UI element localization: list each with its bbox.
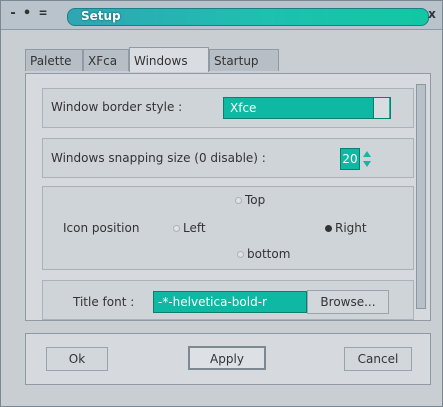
setup-window: - • = Setup x Palette XFca Windows Start…	[0, 0, 443, 407]
radio-right-indicator	[325, 225, 332, 232]
cancel-button[interactable]: Cancel	[344, 347, 412, 371]
radio-right[interactable]: Right	[325, 221, 367, 235]
ok-button[interactable]: Ok	[46, 347, 108, 371]
close-button[interactable]: x	[426, 7, 438, 21]
border-style-group: Window border style : Xfce	[42, 88, 414, 128]
icon-position-label: Icon position	[63, 221, 140, 235]
radio-left[interactable]: Left	[173, 221, 206, 235]
tab-startup[interactable]: Startup	[209, 49, 279, 71]
snapping-label: Windows snapping size (0 disable) :	[51, 151, 266, 165]
radio-bottom[interactable]: bottom	[237, 247, 290, 261]
border-style-value: Xfce	[230, 101, 257, 115]
windows-tab-panel: Window border style : Xfce Windows snapp…	[25, 73, 431, 321]
title-gradient	[67, 8, 429, 26]
tab-windows[interactable]: Windows	[129, 47, 209, 72]
maximize-button[interactable]: =	[37, 7, 49, 21]
radio-bottom-label: bottom	[247, 247, 291, 261]
apply-button[interactable]: Apply	[188, 346, 266, 370]
radio-bottom-indicator	[237, 251, 244, 258]
shade-button[interactable]: •	[21, 7, 33, 21]
tab-palette[interactable]: Palette	[25, 49, 83, 71]
tab-xfca[interactable]: XFca	[83, 49, 129, 71]
border-style-label: Window border style :	[51, 100, 183, 114]
title-bar[interactable]: - • = Setup x	[1, 1, 442, 30]
browse-button[interactable]: Browse...	[307, 290, 389, 314]
window-title: Setup	[81, 9, 121, 23]
dropdown-handle[interactable]	[373, 98, 389, 118]
radio-top[interactable]: Top	[235, 193, 265, 207]
border-style-select[interactable]: Xfce	[223, 97, 391, 119]
radio-right-label: Right	[335, 221, 367, 235]
snapping-input[interactable]: 20	[340, 148, 360, 170]
snapping-group: Windows snapping size (0 disable) : 20	[42, 138, 414, 178]
radio-top-label: Top	[245, 193, 266, 207]
panel-scrollbar[interactable]	[416, 84, 426, 309]
title-font-label: Title font :	[73, 295, 135, 309]
icon-position-group: Icon position Top Left Right bottom	[42, 186, 414, 270]
radio-left-label: Left	[183, 221, 206, 235]
button-bar: Ok Apply Cancel	[25, 333, 431, 385]
radio-top-indicator	[235, 197, 242, 204]
title-font-field[interactable]: -*-helvetica-bold-r	[153, 291, 307, 313]
spin-arrows-icon	[363, 151, 371, 167]
snapping-spinner[interactable]	[362, 148, 372, 170]
radio-left-indicator	[173, 225, 180, 232]
window-menu-button[interactable]: -	[7, 7, 19, 21]
title-font-group: Title font : -*-helvetica-bold-r Browse.…	[42, 280, 414, 320]
